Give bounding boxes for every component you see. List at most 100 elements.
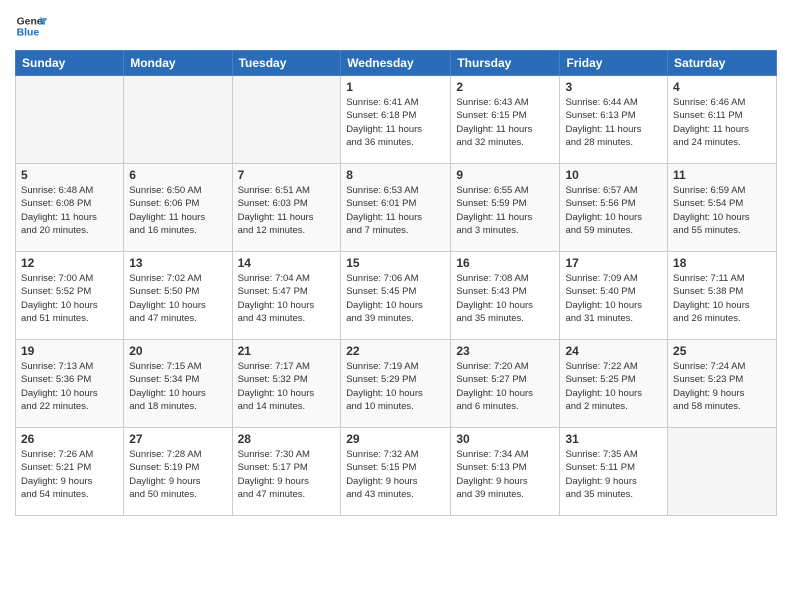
weekday-header-row: SundayMondayTuesdayWednesdayThursdayFrid… [16, 51, 777, 76]
calendar-cell: 8 Sunrise: 6:53 AM Sunset: 6:01 PM Daylig… [341, 164, 451, 252]
week-row-4: 19 Sunrise: 7:13 AM Sunset: 5:36 PM Dayli… [16, 340, 777, 428]
calendar-cell: 9 Sunrise: 6:55 AM Sunset: 5:59 PM Daylig… [451, 164, 560, 252]
calendar-cell: 11 Sunrise: 6:59 AM Sunset: 5:54 PM Dayli… [668, 164, 777, 252]
day-number: 12 [21, 256, 118, 270]
calendar-cell: 14Sunrise: 7:04 AM Sunset: 5:47 PM Dayli… [232, 252, 341, 340]
day-number: 14 [238, 256, 336, 270]
svg-text:Blue: Blue [17, 28, 40, 39]
day-info: Sunrise: 7:09 AM Sunset: 5:40 PM Dayligh… [565, 272, 662, 325]
day-info: Sunrise: 7:06 AM Sunset: 5:45 PM Dayligh… [346, 272, 445, 325]
calendar-cell [668, 428, 777, 516]
calendar-cell [16, 76, 124, 164]
day-number: 15 [346, 256, 445, 270]
calendar-cell: 21Sunrise: 7:17 AM Sunset: 5:32 PM Dayli… [232, 340, 341, 428]
day-number: 23 [456, 344, 554, 358]
calendar-cell: 13 Sunrise: 7:02 AM Sunset: 5:50 PM Dayli… [124, 252, 232, 340]
day-info: Sunrise: 6:55 AM Sunset: 5:59 PM Dayligh… [456, 184, 554, 237]
day-number: 30 [456, 432, 554, 446]
calendar-cell [124, 76, 232, 164]
day-number: 7 [238, 168, 336, 182]
calendar-cell: 31 Sunrise: 7:35 AM Sunset: 5:11 PM Dayli… [560, 428, 668, 516]
day-number: 1 [346, 80, 445, 94]
header: General Blue [15, 10, 777, 42]
day-info: Sunrise: 7:22 AM Sunset: 5:25 PM Dayligh… [565, 360, 662, 413]
day-number: 26 [21, 432, 118, 446]
day-info: Sunrise: 6:46 AM Sunset: 6:11 PM Dayligh… [673, 96, 771, 149]
calendar-cell: 4Sunrise: 6:46 AM Sunset: 6:11 PM Daylig… [668, 76, 777, 164]
day-info: Sunrise: 6:53 AM Sunset: 6:01 PM Dayligh… [346, 184, 445, 237]
day-info: Sunrise: 6:43 AM Sunset: 6:15 PM Dayligh… [456, 96, 554, 149]
calendar-cell: 23Sunrise: 7:20 AM Sunset: 5:27 PM Dayli… [451, 340, 560, 428]
calendar-cell: 3 Sunrise: 6:44 AM Sunset: 6:13 PM Daylig… [560, 76, 668, 164]
day-number: 11 [673, 168, 771, 182]
day-number: 29 [346, 432, 445, 446]
logo-icon: General Blue [15, 10, 47, 42]
calendar-cell: 17 Sunrise: 7:09 AM Sunset: 5:40 PM Dayli… [560, 252, 668, 340]
day-number: 10 [565, 168, 662, 182]
calendar-cell: 16Sunrise: 7:08 AM Sunset: 5:43 PM Dayli… [451, 252, 560, 340]
day-number: 31 [565, 432, 662, 446]
day-info: Sunrise: 7:15 AM Sunset: 5:34 PM Dayligh… [129, 360, 226, 413]
day-number: 3 [565, 80, 662, 94]
calendar-cell: 26 Sunrise: 7:26 AM Sunset: 5:21 PM Dayli… [16, 428, 124, 516]
calendar-cell: 10 Sunrise: 6:57 AM Sunset: 5:56 PM Dayli… [560, 164, 668, 252]
day-number: 17 [565, 256, 662, 270]
week-row-1: 1 Sunrise: 6:41 AM Sunset: 6:18 PM Daylig… [16, 76, 777, 164]
day-info: Sunrise: 7:26 AM Sunset: 5:21 PM Dayligh… [21, 448, 118, 501]
calendar-cell: 15 Sunrise: 7:06 AM Sunset: 5:45 PM Dayli… [341, 252, 451, 340]
calendar-cell: 28 Sunrise: 7:30 AM Sunset: 5:17 PM Dayli… [232, 428, 341, 516]
day-number: 5 [21, 168, 118, 182]
day-number: 9 [456, 168, 554, 182]
day-info: Sunrise: 7:34 AM Sunset: 5:13 PM Dayligh… [456, 448, 554, 501]
day-info: Sunrise: 7:32 AM Sunset: 5:15 PM Dayligh… [346, 448, 445, 501]
weekday-header-saturday: Saturday [668, 51, 777, 76]
day-number: 22 [346, 344, 445, 358]
day-number: 16 [456, 256, 554, 270]
week-row-5: 26 Sunrise: 7:26 AM Sunset: 5:21 PM Dayli… [16, 428, 777, 516]
day-number: 13 [129, 256, 226, 270]
day-info: Sunrise: 6:57 AM Sunset: 5:56 PM Dayligh… [565, 184, 662, 237]
day-info: Sunrise: 7:13 AM Sunset: 5:36 PM Dayligh… [21, 360, 118, 413]
day-number: 27 [129, 432, 226, 446]
day-number: 19 [21, 344, 118, 358]
week-row-2: 5 Sunrise: 6:48 AM Sunset: 6:08 PM Daylig… [16, 164, 777, 252]
calendar-cell: 18Sunrise: 7:11 AM Sunset: 5:38 PM Dayli… [668, 252, 777, 340]
calendar-cell: 2 Sunrise: 6:43 AM Sunset: 6:15 PM Daylig… [451, 76, 560, 164]
day-number: 6 [129, 168, 226, 182]
day-info: Sunrise: 6:41 AM Sunset: 6:18 PM Dayligh… [346, 96, 445, 149]
calendar-cell: 25 Sunrise: 7:24 AM Sunset: 5:23 PM Dayli… [668, 340, 777, 428]
day-info: Sunrise: 6:44 AM Sunset: 6:13 PM Dayligh… [565, 96, 662, 149]
day-info: Sunrise: 7:30 AM Sunset: 5:17 PM Dayligh… [238, 448, 336, 501]
day-number: 24 [565, 344, 662, 358]
day-number: 25 [673, 344, 771, 358]
calendar-cell: 7Sunrise: 6:51 AM Sunset: 6:03 PM Daylig… [232, 164, 341, 252]
day-info: Sunrise: 7:35 AM Sunset: 5:11 PM Dayligh… [565, 448, 662, 501]
page: General Blue SundayMondayTuesdayWednesda… [0, 0, 792, 612]
day-number: 8 [346, 168, 445, 182]
weekday-header-sunday: Sunday [16, 51, 124, 76]
calendar-cell: 24 Sunrise: 7:22 AM Sunset: 5:25 PM Dayli… [560, 340, 668, 428]
weekday-header-friday: Friday [560, 51, 668, 76]
day-info: Sunrise: 6:50 AM Sunset: 6:06 PM Dayligh… [129, 184, 226, 237]
day-info: Sunrise: 6:48 AM Sunset: 6:08 PM Dayligh… [21, 184, 118, 237]
logo: General Blue [15, 10, 47, 42]
calendar-cell: 19 Sunrise: 7:13 AM Sunset: 5:36 PM Dayli… [16, 340, 124, 428]
calendar-cell: 5 Sunrise: 6:48 AM Sunset: 6:08 PM Daylig… [16, 164, 124, 252]
weekday-header-tuesday: Tuesday [232, 51, 341, 76]
calendar-table: SundayMondayTuesdayWednesdayThursdayFrid… [15, 50, 777, 516]
calendar-cell: 27Sunrise: 7:28 AM Sunset: 5:19 PM Dayli… [124, 428, 232, 516]
weekday-header-monday: Monday [124, 51, 232, 76]
day-number: 28 [238, 432, 336, 446]
day-number: 2 [456, 80, 554, 94]
day-number: 18 [673, 256, 771, 270]
calendar-cell: 29 Sunrise: 7:32 AM Sunset: 5:15 PM Dayli… [341, 428, 451, 516]
calendar-cell: 1 Sunrise: 6:41 AM Sunset: 6:18 PM Daylig… [341, 76, 451, 164]
day-info: Sunrise: 7:24 AM Sunset: 5:23 PM Dayligh… [673, 360, 771, 413]
day-info: Sunrise: 6:59 AM Sunset: 5:54 PM Dayligh… [673, 184, 771, 237]
week-row-3: 12Sunrise: 7:00 AM Sunset: 5:52 PM Dayli… [16, 252, 777, 340]
calendar-cell: 20Sunrise: 7:15 AM Sunset: 5:34 PM Dayli… [124, 340, 232, 428]
calendar-cell: 22Sunrise: 7:19 AM Sunset: 5:29 PM Dayli… [341, 340, 451, 428]
calendar-cell: 12Sunrise: 7:00 AM Sunset: 5:52 PM Dayli… [16, 252, 124, 340]
day-info: Sunrise: 7:02 AM Sunset: 5:50 PM Dayligh… [129, 272, 226, 325]
weekday-header-thursday: Thursday [451, 51, 560, 76]
